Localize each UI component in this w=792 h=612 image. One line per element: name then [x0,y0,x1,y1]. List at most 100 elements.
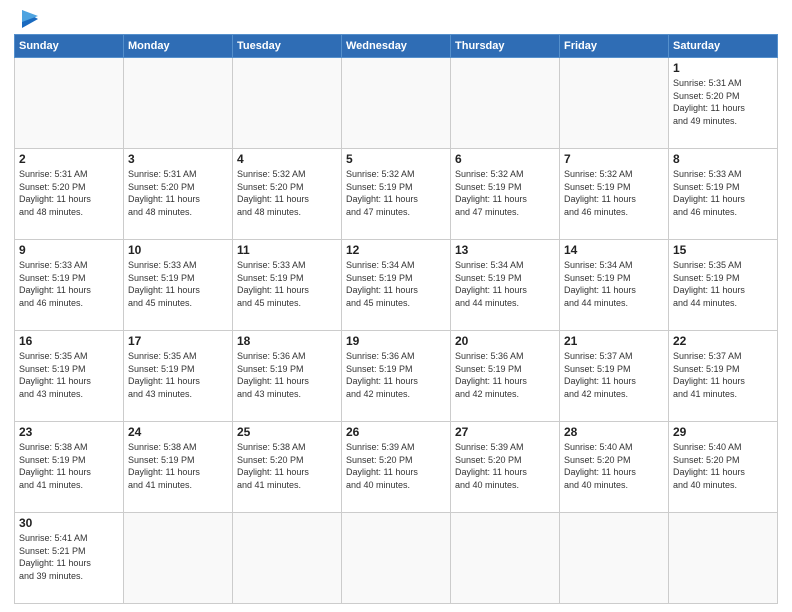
day-cell: 20 Sunrise: 5:36 AM Sunset: 5:19 PM Dayli… [451,331,560,422]
day-info: Sunrise: 5:35 AM Sunset: 5:19 PM Dayligh… [673,259,773,309]
day-cell: 3 Sunrise: 5:31 AM Sunset: 5:20 PM Daylig… [124,149,233,240]
day-info: Sunrise: 5:32 AM Sunset: 5:19 PM Dayligh… [564,168,664,218]
day-number: 17 [128,334,228,348]
day-info: Sunrise: 5:32 AM Sunset: 5:20 PM Dayligh… [237,168,337,218]
day-number: 12 [346,243,446,257]
weekday-header-saturday: Saturday [669,35,778,58]
day-number: 27 [455,425,555,439]
day-number: 3 [128,152,228,166]
day-info: Sunrise: 5:36 AM Sunset: 5:19 PM Dayligh… [455,350,555,400]
day-info: Sunrise: 5:37 AM Sunset: 5:19 PM Dayligh… [564,350,664,400]
calendar-table: SundayMondayTuesdayWednesdayThursdayFrid… [14,34,778,604]
day-info: Sunrise: 5:35 AM Sunset: 5:19 PM Dayligh… [19,350,119,400]
day-cell: 13 Sunrise: 5:34 AM Sunset: 5:19 PM Dayli… [451,240,560,331]
day-info: Sunrise: 5:34 AM Sunset: 5:19 PM Dayligh… [564,259,664,309]
day-cell [560,513,669,604]
logo [14,10,42,28]
day-cell: 6Sunrise: 5:32 AM Sunset: 5:19 PM Daylig… [451,149,560,240]
day-info: Sunrise: 5:36 AM Sunset: 5:19 PM Dayligh… [346,350,446,400]
day-cell: 25 Sunrise: 5:38 AM Sunset: 5:20 PM Dayli… [233,422,342,513]
week-row-5: 30Sunrise: 5:41 AM Sunset: 5:21 PM Dayli… [15,513,778,604]
page: SundayMondayTuesdayWednesdayThursdayFrid… [0,0,792,612]
day-cell: 18 Sunrise: 5:36 AM Sunset: 5:19 PM Dayli… [233,331,342,422]
day-number: 13 [455,243,555,257]
day-info: Sunrise: 5:32 AM Sunset: 5:19 PM Dayligh… [346,168,446,218]
week-row-0: 1Sunrise: 5:31 AM Sunset: 5:20 PM Daylig… [15,58,778,149]
day-info: Sunrise: 5:35 AM Sunset: 5:19 PM Dayligh… [128,350,228,400]
weekday-header-friday: Friday [560,35,669,58]
day-cell: 30Sunrise: 5:41 AM Sunset: 5:21 PM Dayli… [15,513,124,604]
day-info: Sunrise: 5:36 AM Sunset: 5:19 PM Dayligh… [237,350,337,400]
day-cell: 12Sunrise: 5:34 AM Sunset: 5:19 PM Dayli… [342,240,451,331]
day-number: 8 [673,152,773,166]
day-cell: 11 Sunrise: 5:33 AM Sunset: 5:19 PM Dayli… [233,240,342,331]
week-row-4: 23 Sunrise: 5:38 AM Sunset: 5:19 PM Dayli… [15,422,778,513]
weekday-header-monday: Monday [124,35,233,58]
week-row-2: 9 Sunrise: 5:33 AM Sunset: 5:19 PM Daylig… [15,240,778,331]
day-number: 19 [346,334,446,348]
day-cell [342,513,451,604]
day-number: 6 [455,152,555,166]
calendar-header: SundayMondayTuesdayWednesdayThursdayFrid… [15,35,778,58]
day-info: Sunrise: 5:31 AM Sunset: 5:20 PM Dayligh… [19,168,119,218]
day-number: 10 [128,243,228,257]
day-cell: 5Sunrise: 5:32 AM Sunset: 5:19 PM Daylig… [342,149,451,240]
day-info: Sunrise: 5:37 AM Sunset: 5:19 PM Dayligh… [673,350,773,400]
day-number: 11 [237,243,337,257]
day-cell: 7Sunrise: 5:32 AM Sunset: 5:19 PM Daylig… [560,149,669,240]
day-number: 25 [237,425,337,439]
day-cell: 19 Sunrise: 5:36 AM Sunset: 5:19 PM Dayli… [342,331,451,422]
day-cell [342,58,451,149]
day-number: 30 [19,516,119,530]
weekday-header-wednesday: Wednesday [342,35,451,58]
day-cell: 4Sunrise: 5:32 AM Sunset: 5:20 PM Daylig… [233,149,342,240]
day-info: Sunrise: 5:33 AM Sunset: 5:19 PM Dayligh… [237,259,337,309]
weekday-header-sunday: Sunday [15,35,124,58]
day-cell: 26Sunrise: 5:39 AM Sunset: 5:20 PM Dayli… [342,422,451,513]
logo-area [14,10,42,28]
day-info: Sunrise: 5:38 AM Sunset: 5:19 PM Dayligh… [19,441,119,491]
day-number: 16 [19,334,119,348]
logo-icon [18,10,42,28]
day-cell: 22Sunrise: 5:37 AM Sunset: 5:19 PM Dayli… [669,331,778,422]
week-row-3: 16 Sunrise: 5:35 AM Sunset: 5:19 PM Dayli… [15,331,778,422]
week-row-1: 2 Sunrise: 5:31 AM Sunset: 5:20 PM Daylig… [15,149,778,240]
day-cell: 21 Sunrise: 5:37 AM Sunset: 5:19 PM Dayli… [560,331,669,422]
day-cell: 17 Sunrise: 5:35 AM Sunset: 5:19 PM Dayli… [124,331,233,422]
day-number: 9 [19,243,119,257]
day-cell: 24Sunrise: 5:38 AM Sunset: 5:19 PM Dayli… [124,422,233,513]
day-cell [15,58,124,149]
day-number: 24 [128,425,228,439]
day-info: Sunrise: 5:31 AM Sunset: 5:20 PM Dayligh… [128,168,228,218]
day-cell [560,58,669,149]
day-info: Sunrise: 5:40 AM Sunset: 5:20 PM Dayligh… [673,441,773,491]
day-info: Sunrise: 5:34 AM Sunset: 5:19 PM Dayligh… [455,259,555,309]
day-number: 2 [19,152,119,166]
day-cell: 23 Sunrise: 5:38 AM Sunset: 5:19 PM Dayli… [15,422,124,513]
day-cell: 27 Sunrise: 5:39 AM Sunset: 5:20 PM Dayli… [451,422,560,513]
day-number: 21 [564,334,664,348]
day-cell [233,513,342,604]
header [14,10,778,28]
day-info: Sunrise: 5:38 AM Sunset: 5:20 PM Dayligh… [237,441,337,491]
day-cell [233,58,342,149]
day-number: 28 [564,425,664,439]
day-cell [451,513,560,604]
day-number: 14 [564,243,664,257]
day-number: 29 [673,425,773,439]
day-number: 23 [19,425,119,439]
weekday-header-thursday: Thursday [451,35,560,58]
day-cell: 14 Sunrise: 5:34 AM Sunset: 5:19 PM Dayli… [560,240,669,331]
day-info: Sunrise: 5:39 AM Sunset: 5:20 PM Dayligh… [455,441,555,491]
day-number: 20 [455,334,555,348]
day-cell: 16 Sunrise: 5:35 AM Sunset: 5:19 PM Dayli… [15,331,124,422]
weekday-header-tuesday: Tuesday [233,35,342,58]
day-cell: 2 Sunrise: 5:31 AM Sunset: 5:20 PM Daylig… [15,149,124,240]
day-cell: 1Sunrise: 5:31 AM Sunset: 5:20 PM Daylig… [669,58,778,149]
day-cell: 9Sunrise: 5:33 AM Sunset: 5:19 PM Daylig… [15,240,124,331]
day-cell: 29 Sunrise: 5:40 AM Sunset: 5:20 PM Dayli… [669,422,778,513]
day-number: 26 [346,425,446,439]
day-cell [124,58,233,149]
day-info: Sunrise: 5:33 AM Sunset: 5:19 PM Dayligh… [673,168,773,218]
day-number: 18 [237,334,337,348]
